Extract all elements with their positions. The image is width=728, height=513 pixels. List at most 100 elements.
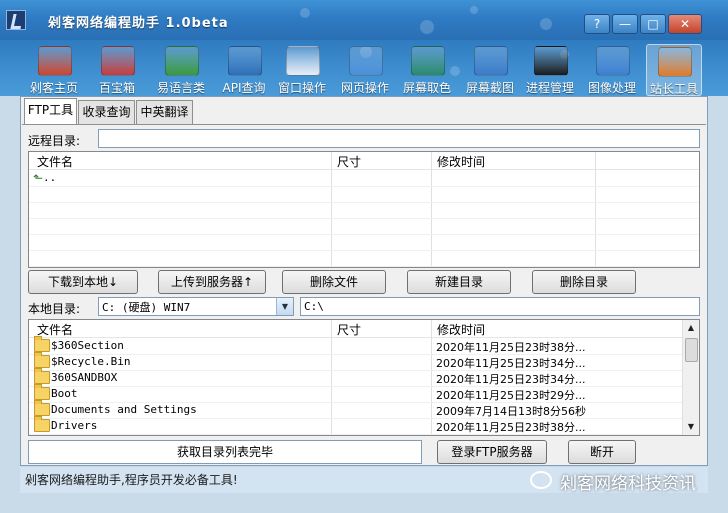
upload-button[interactable]: 上传到服务器↑ [158,270,266,294]
tab-ftp[interactable]: FTP工具 [24,98,77,125]
local-dir-label: 本地目录: [28,302,81,316]
toolbar-item-label: API查询 [222,81,266,95]
col-name[interactable]: 文件名 [37,153,73,170]
file-modified-time: 2020年11月25日23时34分... [436,373,586,386]
table-row[interactable]: Drivers 2020年11月25日23时38分... [29,416,683,435]
toolbar-item-0[interactable]: 剁客主页 [24,44,84,96]
remote-dir-input[interactable] [98,129,700,148]
file-name: 360SANDBOX [51,371,118,384]
toolbar-item-label: 易语言类 [156,81,205,95]
file-modified-time: 2020年11月25日23时38分... [436,421,586,434]
toolbar-item-8[interactable]: 进程管理 [522,44,578,96]
toolbar-item-7[interactable]: 屏幕截图 [462,44,518,96]
toolbar-item-label: 屏幕取色 [402,81,451,95]
empty-row [29,218,699,235]
file-modified-time: 2020年11月25日23时38分... [436,341,586,354]
disconnect-button[interactable]: 断开 [568,440,636,464]
toolbar-item-label: 网页操作 [340,81,389,95]
close-button[interactable]: ✕ [668,14,702,34]
watermark-text: 剁客网络科技资讯 [560,474,696,494]
toolbar-item-label: 剁客主页 [29,81,78,95]
local-file-list[interactable]: 文件名 尺寸 修改时间 $360Section 2020年11月25日23时38分… [28,319,700,436]
process-chart-icon [534,46,568,76]
file-modified-time: 2020年11月25日23时34分... [436,357,586,370]
new-dir-button[interactable]: 新建目录 [407,270,511,294]
file-modified-time: 2009年7月14日13时8分56秒 [436,405,586,418]
file-name: $Recycle.Bin [51,355,131,368]
table-row[interactable]: ⬑ .. [29,170,699,187]
scroll-down-icon[interactable]: ▼ [683,419,699,435]
file-name: Drivers [51,419,98,432]
table-row[interactable]: Boot 2020年11月25日23时29分... [29,384,683,403]
tab-translate[interactable]: 中英翻译 [136,100,193,124]
delete-dir-button[interactable]: 删除目录 [532,270,636,294]
empty-row [29,234,699,251]
help-book-icon [228,46,262,76]
home-icon [38,46,72,76]
minimize-button[interactable]: — [612,14,638,34]
empty-row [29,250,699,267]
tab-divider [22,124,706,125]
folder-icon [34,416,50,432]
toolbar-item-10[interactable]: 站长工具 [646,44,702,96]
table-row[interactable]: 360SANDBOX 2020年11月25日23时34分... [29,368,683,387]
status-message-box: 获取目录列表完毕 [28,440,422,464]
drive-select[interactable]: C: (硬盘) WIN7 ▼ [98,297,294,316]
toolbar-item-label: 百宝箱 [98,81,135,95]
col-time[interactable]: 修改时间 [437,321,485,338]
folder-icon [34,400,50,416]
folder-icon [34,368,50,384]
status-bar-text: 剁客网络编程助手,程序员开发必备工具! [25,473,238,487]
toolbar-item-label: 进程管理 [525,81,574,95]
file-name: $360Section [51,339,124,352]
scroll-up-icon[interactable]: ▲ [683,320,699,336]
toolbar-item-label: 图像处理 [587,81,636,95]
delete-file-button[interactable]: 删除文件 [282,270,386,294]
toolbar-item-label: 站长工具 [649,82,698,96]
table-row[interactable]: $Recycle.Bin 2020年11月25日23时34分... [29,352,683,371]
empty-row [29,186,699,203]
table-row[interactable]: Documents and Settings 2009年7月14日13时8分56秒 [29,400,683,419]
remote-file-list[interactable]: 文件名 尺寸 修改时间 ⬑ .. [28,151,700,268]
toolbar-item-3[interactable]: API查询 [218,44,270,96]
monitor-color-icon [411,46,445,76]
vertical-scrollbar[interactable]: ▲ ▼ [682,320,699,435]
download-button[interactable]: 下载到本地↓ [28,270,138,294]
empty-row [29,202,699,219]
help-button[interactable]: ? [584,14,610,34]
maximize-button[interactable]: □ [640,14,666,34]
chevron-down-icon[interactable]: ▼ [276,298,293,315]
local-path-input[interactable]: C:\ [300,297,700,316]
toolbar-item-label: 屏幕截图 [465,81,514,95]
col-name[interactable]: 文件名 [37,321,73,338]
folder-icon [34,336,50,352]
col-size[interactable]: 尺寸 [337,321,361,338]
tab-index-query[interactable]: 收录查询 [78,100,135,124]
local-path-value: C:\ [304,300,324,313]
folder-icon [34,384,50,400]
toolbar-item-9[interactable]: 图像处理 [584,44,640,96]
col-time[interactable]: 修改时间 [437,153,485,170]
toolbar-item-4[interactable]: 窗口操作 [274,44,330,96]
col-size[interactable]: 尺寸 [337,153,361,170]
file-name: Boot [51,387,78,400]
file-name: .. [43,171,57,184]
table-row[interactable]: $360Section 2020年11月25日23时38分... [29,336,683,355]
window-title: 剁客网络编程助手 1.0beta [48,16,229,31]
toolbar-item-6[interactable]: 屏幕取色 [399,44,455,96]
up-arrow-icon: ⬑ [33,171,44,185]
remote-list-header: 文件名 尺寸 修改时间 [29,152,699,170]
toolbar-item-label: 窗口操作 [277,81,326,95]
scroll-thumb[interactable] [685,338,698,362]
monitor-screenshot-icon [474,46,508,76]
login-ftp-button[interactable]: 登录FTP服务器 [437,440,547,464]
app-logo-icon [6,10,26,30]
file-name: Documents and Settings [51,403,197,416]
toolbar-item-1[interactable]: 百宝箱 [88,44,146,96]
toolbar-item-2[interactable]: 易语言类 [150,44,212,96]
toolbar-item-5[interactable]: 网页操作 [337,44,393,96]
drive-select-value: C: (硬盘) WIN7 [102,301,191,314]
toolbox-icon [101,46,135,76]
local-list-header: 文件名 尺寸 修改时间 [29,320,683,338]
file-modified-time: 2020年11月25日23时29分... [436,389,586,402]
